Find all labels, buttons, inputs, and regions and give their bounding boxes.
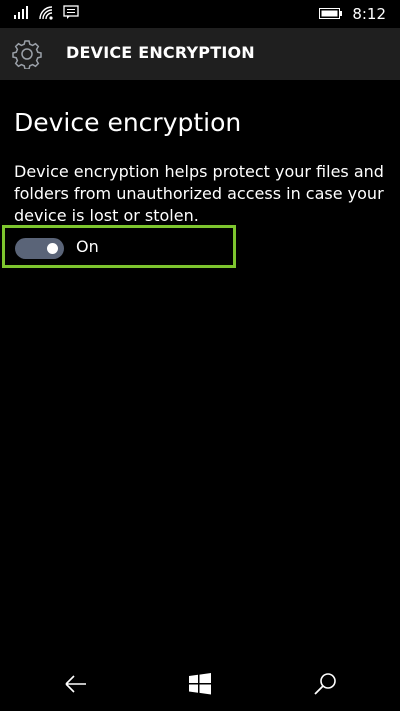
search-icon[interactable] (311, 670, 339, 698)
wifi-icon (39, 6, 53, 20)
back-icon[interactable] (62, 670, 90, 698)
encryption-toggle[interactable] (15, 238, 64, 259)
encryption-toggle-highlight[interactable]: On (2, 225, 236, 268)
page-title: DEVICE ENCRYPTION (66, 43, 255, 62)
toggle-state-label: On (76, 237, 99, 256)
section-heading: Device encryption (14, 108, 242, 137)
toggle-knob (47, 243, 58, 254)
notification-icon (63, 5, 79, 19)
settings-header: DEVICE ENCRYPTION (0, 28, 400, 80)
navigation-bar (0, 655, 400, 711)
signal-icon (14, 6, 28, 19)
description-text: Device encryption helps protect your fil… (14, 162, 384, 225)
status-bar: 8:12 (0, 0, 400, 28)
battery-icon (319, 8, 342, 19)
gear-icon (12, 40, 42, 69)
clock: 8:12 (352, 5, 386, 23)
windows-icon[interactable] (186, 670, 214, 698)
